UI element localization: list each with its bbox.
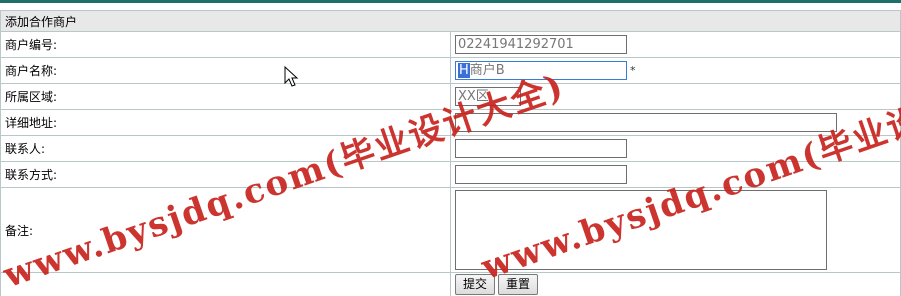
region-input[interactable]: XX区 bbox=[455, 87, 521, 106]
row-address: 详细地址: bbox=[0, 109, 901, 136]
form-title: 添加合作商户 bbox=[0, 10, 901, 32]
buttons-label-cell bbox=[0, 272, 451, 296]
merchant-name-input[interactable]: H商户B bbox=[455, 61, 627, 80]
contact-cell bbox=[450, 135, 901, 162]
remark-textarea[interactable] bbox=[455, 190, 827, 270]
page: 添加合作商户 商户编号: 02241941292701 商户名称: H商户B * … bbox=[0, 0, 901, 296]
address-label: 详细地址: bbox=[0, 109, 451, 136]
merchant-no-cell: 02241941292701 bbox=[450, 31, 901, 58]
phone-input[interactable] bbox=[455, 165, 627, 184]
contact-input[interactable] bbox=[455, 139, 627, 158]
row-phone: 联系方式: bbox=[0, 161, 901, 188]
row-merchant-no: 商户编号: 02241941292701 bbox=[0, 31, 901, 58]
row-buttons: 提交 重置 bbox=[0, 272, 901, 296]
region-label: 所属区域: bbox=[0, 83, 451, 110]
phone-label: 联系方式: bbox=[0, 161, 451, 188]
address-input[interactable] bbox=[455, 113, 837, 132]
remark-label: 备注: bbox=[0, 187, 451, 273]
row-merchant-name: 商户名称: H商户B * bbox=[0, 57, 901, 84]
row-region: 所属区域: XX区 bbox=[0, 83, 901, 110]
address-cell bbox=[450, 109, 901, 136]
reset-button[interactable]: 重置 bbox=[498, 274, 539, 295]
buttons-cell: 提交 重置 bbox=[450, 272, 901, 296]
selected-text: H bbox=[458, 63, 470, 78]
form-header-row: 添加合作商户 bbox=[0, 10, 901, 32]
contact-label: 联系人: bbox=[0, 135, 451, 162]
phone-cell bbox=[450, 161, 901, 188]
row-remark: 备注: bbox=[0, 187, 901, 273]
merchant-name-rest: 商户B bbox=[469, 63, 505, 78]
submit-button[interactable]: 提交 bbox=[455, 274, 496, 295]
merchant-no-input[interactable]: 02241941292701 bbox=[455, 35, 627, 54]
merchant-name-cell: H商户B * bbox=[450, 57, 901, 84]
add-merchant-form: 添加合作商户 商户编号: 02241941292701 商户名称: H商户B * … bbox=[0, 10, 901, 296]
merchant-name-label: 商户名称: bbox=[0, 57, 451, 84]
merchant-no-label: 商户编号: bbox=[0, 31, 451, 58]
top-accent-line bbox=[0, 0, 901, 3]
region-cell: XX区 bbox=[450, 83, 901, 110]
row-contact: 联系人: bbox=[0, 135, 901, 162]
remark-cell bbox=[450, 187, 901, 273]
required-mark: * bbox=[630, 64, 636, 77]
